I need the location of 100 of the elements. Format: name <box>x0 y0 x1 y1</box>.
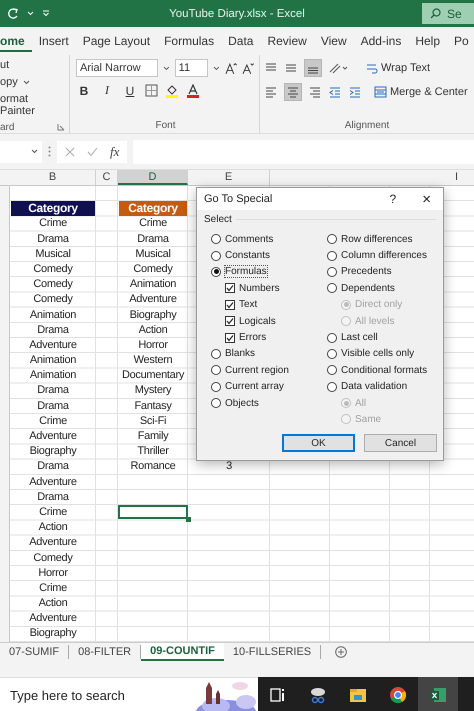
dialog-launcher-icon[interactable] <box>57 123 65 131</box>
font-name-field[interactable]: Arial Narrow <box>76 59 158 77</box>
table-cell[interactable]: Horror <box>118 338 188 352</box>
radio-button[interactable] <box>327 382 337 392</box>
table-cell[interactable]: Drama <box>118 232 188 246</box>
table-cell[interactable]: Family <box>118 429 188 444</box>
radio-button[interactable] <box>211 365 221 376</box>
option-label: Blanks <box>225 348 256 360</box>
column-header[interactable]: I <box>430 170 474 185</box>
font-color-icon[interactable] <box>186 84 200 98</box>
spreadsheet-app-icon[interactable] <box>430 688 446 702</box>
checkbox[interactable] <box>225 316 235 326</box>
task-view-icon[interactable] <box>270 688 284 702</box>
radio-button[interactable] <box>211 234 221 244</box>
underline-button[interactable]: U <box>122 84 138 98</box>
align-left-icon[interactable] <box>264 85 278 99</box>
table-cell[interactable]: Animation <box>118 277 188 292</box>
fill-color-icon[interactable] <box>165 84 179 98</box>
sheet-tab[interactable]: 07-SUMIF <box>0 644 70 659</box>
ribbon-tab[interactable]: Insert <box>32 30 76 52</box>
increase-indent-icon[interactable] <box>348 85 362 99</box>
caret-icon[interactable] <box>22 80 30 84</box>
sheet-tab[interactable]: 10-FILLSERIES <box>224 644 322 659</box>
ribbon-tab[interactable]: Add-ins <box>354 30 408 52</box>
radio-button[interactable] <box>211 398 221 408</box>
bold-button[interactable]: B <box>76 84 92 98</box>
redo-icon[interactable] <box>6 8 19 20</box>
decrease-indent-icon[interactable] <box>328 85 342 99</box>
table-cell[interactable]: Comedy <box>118 262 188 276</box>
browser-icon[interactable] <box>390 686 406 703</box>
caret-icon[interactable] <box>31 149 38 154</box>
radio-button[interactable] <box>211 266 221 277</box>
insert-function-button[interactable]: fx <box>110 144 120 160</box>
ribbon-tab[interactable]: Help <box>408 30 447 52</box>
radio-button[interactable] <box>211 250 221 261</box>
group-label: Select <box>204 214 232 225</box>
caret-icon[interactable] <box>162 66 170 70</box>
search-field[interactable]: Type here to search <box>8 686 162 704</box>
table-cell[interactable]: Action <box>118 322 188 337</box>
format-painter-button[interactable]: ormat Painter <box>0 93 65 117</box>
option-label: All <box>355 398 366 409</box>
folder-icon[interactable] <box>350 688 366 702</box>
radio-button[interactable] <box>211 348 221 359</box>
radio-button[interactable] <box>327 332 337 343</box>
ribbon-tab[interactable]: Po <box>447 30 474 52</box>
ribbon-tab[interactable]: Formulas <box>157 30 222 52</box>
table-cell[interactable]: Adventure <box>118 292 188 306</box>
borders-icon[interactable] <box>145 84 158 97</box>
scissors-icon[interactable] <box>311 688 325 703</box>
table-cell[interactable]: Romance <box>118 459 188 474</box>
dropdown-icon[interactable] <box>27 11 34 16</box>
cut-button[interactable]: ut <box>0 59 65 71</box>
cancel-button[interactable]: Cancel <box>364 434 437 452</box>
table-cell[interactable]: Fantasy <box>118 398 188 413</box>
radio-button[interactable] <box>327 234 337 244</box>
column-header[interactable]: B <box>10 170 96 185</box>
merge-center-button[interactable]: Merge & Center <box>390 86 468 98</box>
table-cell[interactable]: Mystery <box>118 383 188 398</box>
ribbon-tab[interactable]: Page Layout <box>76 30 158 52</box>
font-size-field[interactable]: 11 <box>174 59 208 77</box>
column-header[interactable]: D <box>118 170 188 185</box>
close-button[interactable]: × <box>422 190 431 208</box>
table-cell[interactable]: Western <box>118 353 188 368</box>
ribbon-tab[interactable]: View <box>314 30 354 52</box>
table-cell[interactable]: Biography <box>118 308 188 322</box>
ribbon-tab[interactable]: Data <box>221 30 260 52</box>
ribbon-tab[interactable]: ome <box>0 30 32 52</box>
caret-icon[interactable] <box>212 66 220 70</box>
help-button[interactable]: ? <box>390 192 396 206</box>
radio-button[interactable] <box>327 365 337 376</box>
ribbon-tab[interactable]: Review <box>260 30 314 52</box>
radio-button[interactable] <box>327 348 337 359</box>
grow-font-icon[interactable] <box>224 62 238 74</box>
add-sheet-icon[interactable] <box>335 646 348 658</box>
copy-button[interactable]: opy <box>0 76 18 88</box>
table-cell[interactable]: Thriller <box>118 444 188 458</box>
customize-toolbar-icon[interactable] <box>42 10 50 17</box>
ok-button[interactable]: OK <box>282 434 355 452</box>
shrink-font-icon[interactable] <box>242 62 255 74</box>
table-cell[interactable]: Crime <box>118 216 188 231</box>
align-bottom-icon[interactable] <box>304 59 322 77</box>
wrap-text-button[interactable]: Wrap Text <box>381 62 430 74</box>
checkbox[interactable] <box>225 332 235 343</box>
checkbox[interactable] <box>225 283 235 294</box>
align-right-icon[interactable] <box>308 85 322 99</box>
sheet-tab[interactable]: 09-COUNTIF <box>141 642 224 661</box>
radio-button[interactable] <box>211 382 221 392</box>
table-cell[interactable]: Musical <box>118 246 188 261</box>
search-field[interactable]: Se <box>422 3 474 24</box>
radio-button[interactable] <box>327 266 337 277</box>
align-center-icon[interactable] <box>284 83 302 101</box>
radio-button[interactable] <box>327 250 337 261</box>
table-cell[interactable]: Sci-Fi <box>118 414 188 428</box>
table-cell[interactable]: Documentary <box>118 368 188 382</box>
italic-button[interactable]: I <box>99 83 115 98</box>
orientation-icon[interactable] <box>328 62 348 74</box>
checkbox[interactable] <box>225 300 235 310</box>
selected-cell[interactable] <box>118 504 188 520</box>
radio-button[interactable] <box>327 283 337 294</box>
column-header[interactable]: E <box>188 170 270 185</box>
